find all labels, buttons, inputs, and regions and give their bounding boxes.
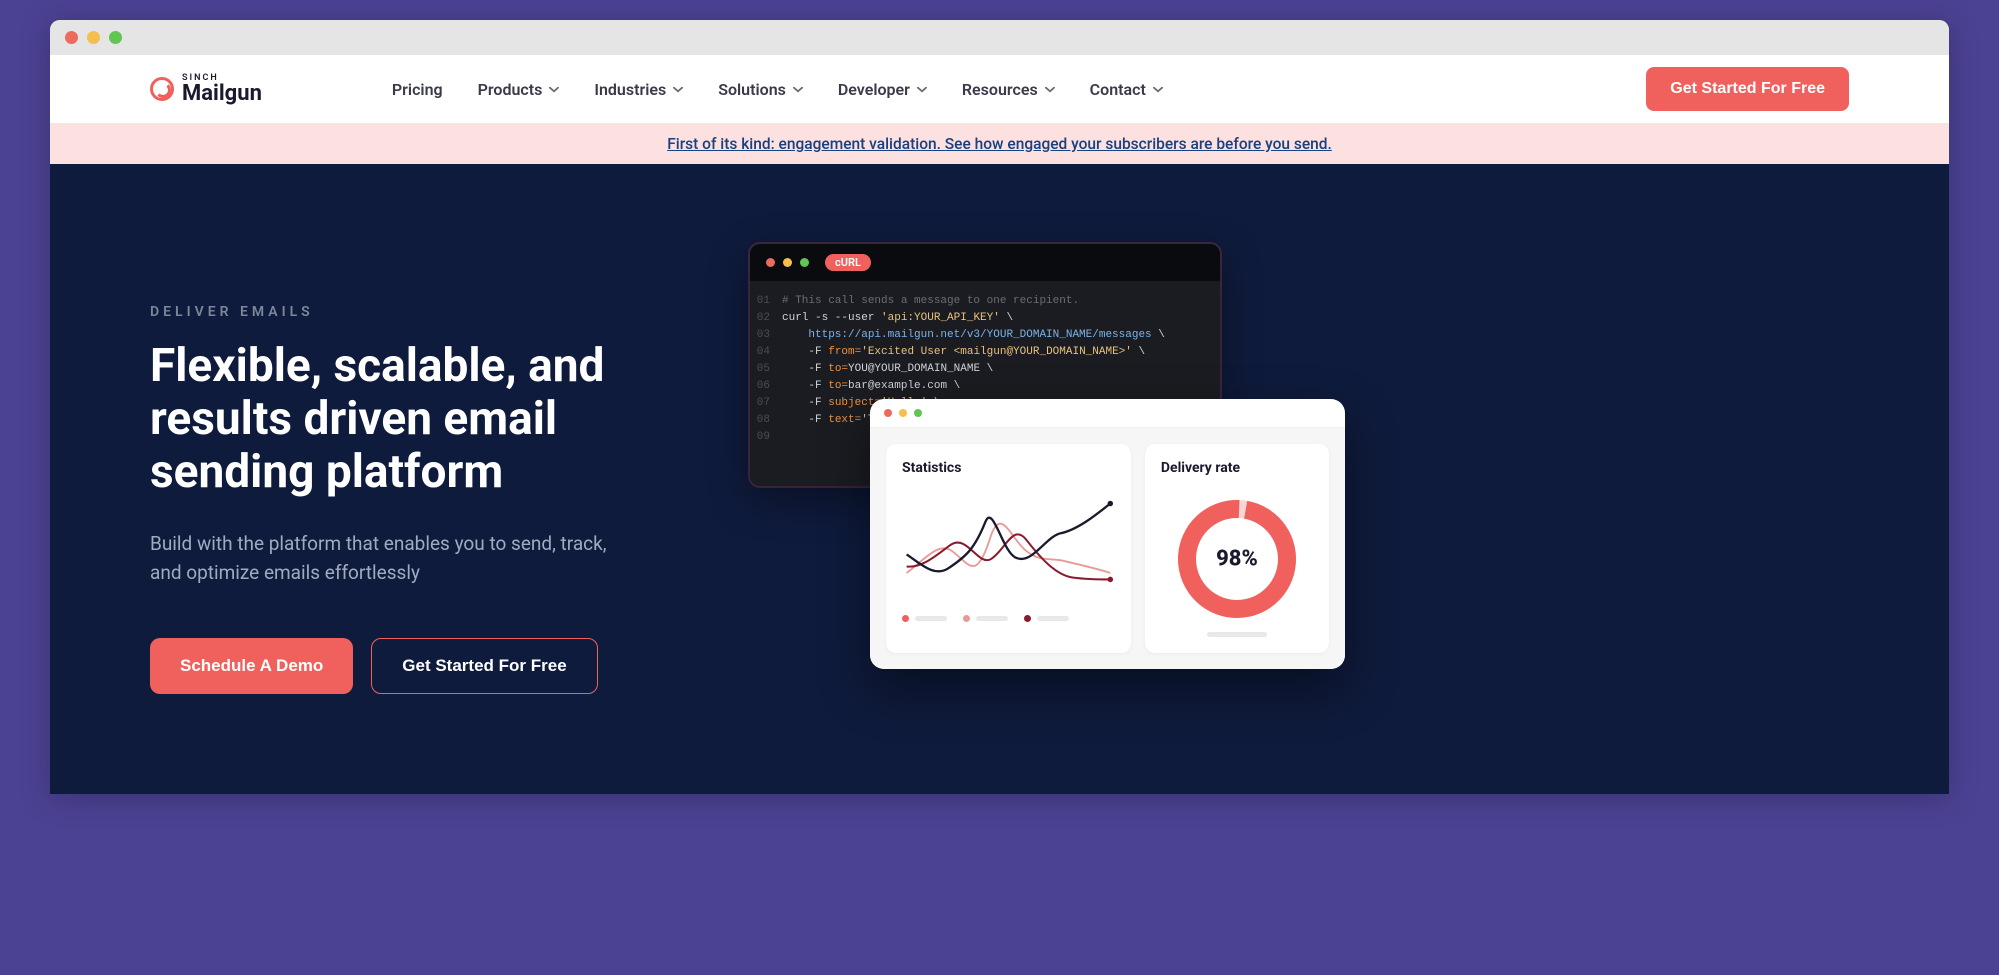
nav-item-resources[interactable]: Resources bbox=[962, 80, 1055, 99]
line-number: 05 bbox=[750, 361, 782, 378]
nav-item-products[interactable]: Products bbox=[478, 80, 560, 99]
nav-cta-button[interactable]: Get Started For Free bbox=[1646, 67, 1849, 111]
logo-icon bbox=[150, 77, 174, 101]
main-nav: SINCH Mailgun Pricing Products Industries S… bbox=[50, 55, 1949, 123]
nav-links: Pricing Products Industries Solutions Develo… bbox=[392, 80, 1646, 99]
dot-icon bbox=[800, 258, 809, 267]
dot-icon bbox=[884, 409, 892, 417]
code-text: -F from='Excited User <mailgun@YOUR_DOMA… bbox=[782, 344, 1145, 361]
maximize-icon[interactable] bbox=[109, 31, 122, 44]
hero-section: DELIVER EMAILS Flexible, scalable, and r… bbox=[50, 164, 1949, 794]
nav-item-label: Contact bbox=[1090, 80, 1146, 99]
chevron-down-icon bbox=[1153, 84, 1163, 94]
line-number: 08 bbox=[750, 412, 782, 429]
code-text: curl -s --user 'api:YOUR_API_KEY' \ bbox=[782, 310, 1013, 327]
code-text: # This call sends a message to one recip… bbox=[782, 293, 1079, 310]
code-text: -F to=YOU@YOUR_DOMAIN_NAME \ bbox=[782, 361, 993, 378]
code-line: 04 -F from='Excited User <mailgun@YOUR_D… bbox=[750, 344, 1220, 361]
browser-window: SINCH Mailgun Pricing Products Industries S… bbox=[50, 20, 1949, 794]
nav-item-label: Solutions bbox=[718, 80, 786, 99]
hero-eyebrow: DELIVER EMAILS bbox=[150, 304, 710, 320]
legend-item bbox=[1024, 615, 1069, 622]
chevron-down-icon bbox=[1045, 84, 1055, 94]
stats-titlebar bbox=[870, 399, 1345, 428]
legend-item bbox=[963, 615, 1008, 622]
line-number: 02 bbox=[750, 310, 782, 327]
card-title: Statistics bbox=[902, 460, 1115, 476]
code-line: 06 -F to=bar@example.com \ bbox=[750, 378, 1220, 395]
line-number: 06 bbox=[750, 378, 782, 395]
legend-item bbox=[902, 615, 947, 622]
hero-graphic: cURL 01# This call sends a message to on… bbox=[750, 304, 1849, 694]
nav-item-pricing[interactable]: Pricing bbox=[392, 80, 443, 99]
dot-icon bbox=[899, 409, 907, 417]
close-icon[interactable] bbox=[65, 31, 78, 44]
code-line: 03 https://api.mailgun.net/v3/YOUR_DOMAI… bbox=[750, 327, 1220, 344]
statistics-card: Statistics bbox=[886, 444, 1131, 653]
nav-item-label: Industries bbox=[594, 80, 666, 99]
get-started-button[interactable]: Get Started For Free bbox=[371, 638, 597, 694]
announcement-banner: First of its kind: engagement validation… bbox=[50, 123, 1949, 164]
line-number: 09 bbox=[750, 429, 782, 446]
legend-bar bbox=[976, 616, 1008, 621]
chevron-down-icon bbox=[549, 84, 559, 94]
stats-body: Statistics D bbox=[870, 428, 1345, 669]
line-chart bbox=[902, 490, 1115, 605]
stats-window: Statistics D bbox=[870, 399, 1345, 669]
card-title: Delivery rate bbox=[1161, 460, 1240, 476]
logo[interactable]: SINCH Mailgun bbox=[150, 74, 262, 105]
delivery-rate-card: Delivery rate 98% bbox=[1145, 444, 1329, 653]
hero-headline: Flexible, scalable, and results driven e… bbox=[150, 340, 710, 499]
nav-item-industries[interactable]: Industries bbox=[594, 80, 683, 99]
nav-item-developer[interactable]: Developer bbox=[838, 80, 927, 99]
chart-legend bbox=[902, 615, 1115, 622]
code-text: https://api.mailgun.net/v3/YOUR_DOMAIN_N… bbox=[782, 327, 1165, 344]
legend-dot-icon bbox=[1024, 615, 1031, 622]
announcement-link[interactable]: First of its kind: engagement validation… bbox=[667, 135, 1332, 153]
chevron-down-icon bbox=[673, 84, 683, 94]
code-line: 01# This call sends a message to one rec… bbox=[750, 293, 1220, 310]
dot-icon bbox=[914, 409, 922, 417]
hero-subtext: Build with the platform that enables you… bbox=[150, 529, 630, 588]
nav-item-label: Developer bbox=[838, 80, 910, 99]
code-line: 02curl -s --user 'api:YOUR_API_KEY' \ bbox=[750, 310, 1220, 327]
nav-item-label: Products bbox=[478, 80, 543, 99]
schedule-demo-button[interactable]: Schedule A Demo bbox=[150, 638, 353, 694]
hero-buttons: Schedule A Demo Get Started For Free bbox=[150, 638, 710, 694]
code-line: 05 -F to=YOU@YOUR_DOMAIN_NAME \ bbox=[750, 361, 1220, 378]
logo-maintext: Mailgun bbox=[182, 83, 262, 105]
dot-icon bbox=[766, 258, 775, 267]
code-tab-curl[interactable]: cURL bbox=[825, 254, 871, 271]
code-text: -F to=bar@example.com \ bbox=[782, 378, 960, 395]
line-number: 04 bbox=[750, 344, 782, 361]
legend-bar bbox=[915, 616, 947, 621]
legend-dot-icon bbox=[963, 615, 970, 622]
line-number: 07 bbox=[750, 395, 782, 412]
placeholder-bar bbox=[1207, 632, 1267, 637]
code-titlebar: cURL bbox=[750, 244, 1220, 281]
minimize-icon[interactable] bbox=[87, 31, 100, 44]
chevron-down-icon bbox=[793, 84, 803, 94]
nav-item-label: Pricing bbox=[392, 80, 443, 99]
nav-item-label: Resources bbox=[962, 80, 1038, 99]
line-number: 01 bbox=[750, 293, 782, 310]
dot-icon bbox=[783, 258, 792, 267]
line-number: 03 bbox=[750, 327, 782, 344]
chevron-down-icon bbox=[917, 84, 927, 94]
delivery-rate-value: 98% bbox=[1216, 547, 1258, 572]
donut-chart: 98% bbox=[1172, 494, 1302, 624]
legend-bar bbox=[1037, 616, 1069, 621]
hero-content: DELIVER EMAILS Flexible, scalable, and r… bbox=[150, 304, 710, 694]
window-titlebar bbox=[50, 20, 1949, 55]
nav-item-solutions[interactable]: Solutions bbox=[718, 80, 803, 99]
legend-dot-icon bbox=[902, 615, 909, 622]
nav-item-contact[interactable]: Contact bbox=[1090, 80, 1163, 99]
